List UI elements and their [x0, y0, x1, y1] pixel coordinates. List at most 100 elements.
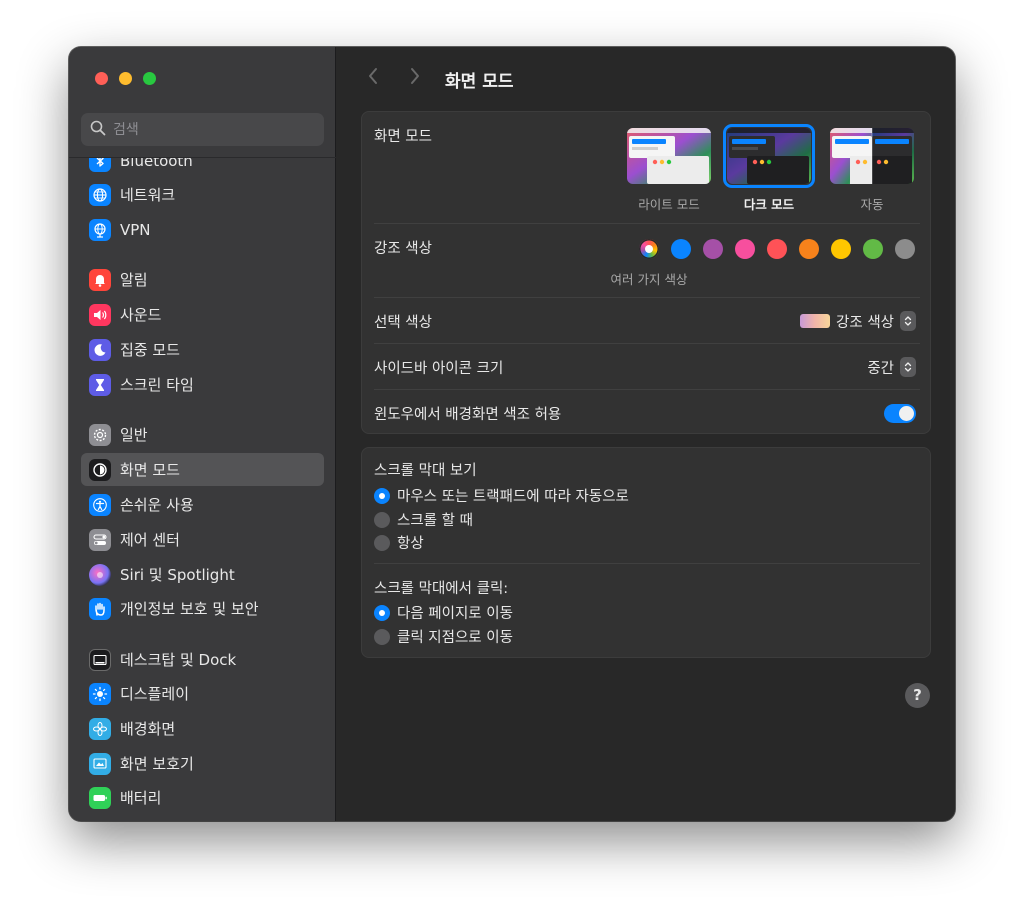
sun-icon: [89, 682, 111, 705]
selected-swatch-dot: [645, 245, 653, 253]
sidebar-item-label: Siri 및 Spotlight: [120, 566, 235, 584]
sidebar-icon-size-value: 중간: [867, 360, 894, 377]
appearance-label: 화면 모드: [374, 129, 432, 145]
scroll-when-scrolling-option[interactable]: 스크롤 할 때: [374, 509, 473, 530]
accent-yellow-swatch[interactable]: [831, 239, 851, 259]
minimize-window-button[interactable]: [119, 72, 132, 85]
accent-pink-swatch[interactable]: [735, 239, 755, 259]
radio-label: 스크롤 할 때: [397, 513, 473, 529]
speaker-icon: [89, 303, 111, 326]
sidebar-item-label: 개인정보 보호 및 보안: [120, 600, 259, 618]
dark-mode-option[interactable]: [727, 128, 811, 184]
zoom-window-button[interactable]: [143, 72, 156, 85]
sidebar-item-general[interactable]: 일반: [81, 418, 324, 451]
radio-button[interactable]: [374, 487, 390, 504]
sidebar-item-label: 일반: [120, 426, 148, 444]
gear-icon: [89, 423, 111, 446]
close-window-button[interactable]: [95, 72, 108, 85]
sidebar-item-screen-saver[interactable]: 화면 보호기: [81, 747, 324, 780]
control-center-icon: [89, 528, 111, 551]
auto-mode-option[interactable]: [830, 128, 914, 184]
sidebar-item-sound[interactable]: 사운드: [81, 298, 324, 331]
sidebar-item-battery[interactable]: 배터리: [81, 781, 324, 814]
sidebar-item-siri-spotlight[interactable]: Siri 및 Spotlight: [81, 558, 324, 591]
flower-icon: [89, 717, 111, 740]
jump-next-page-option[interactable]: 다음 페이지로 이동: [374, 602, 513, 623]
sidebar-item-appearance[interactable]: 화면 모드: [81, 453, 324, 486]
scroll-always-option[interactable]: 항상: [374, 532, 424, 553]
sidebar-item-displays[interactable]: 디스플레이: [81, 677, 324, 710]
highlight-color-popup[interactable]: 강조 색상: [800, 310, 916, 332]
sidebar-item-label: 화면 모드: [120, 461, 180, 479]
sidebar-item-privacy-security[interactable]: 개인정보 보호 및 보안: [81, 592, 324, 625]
main-pane: 화면 모드 화면 모드 라이트 모드 다크 모드 자동 강조 색상 여러 가지 …: [337, 47, 955, 821]
globe-icon: [89, 183, 111, 206]
toggle-knob: [899, 406, 914, 421]
radio-button[interactable]: [374, 604, 390, 621]
sidebar-item-label: 데스크탑 및 Dock: [120, 651, 237, 669]
search-input[interactable]: [113, 121, 313, 138]
show-scroll-bars-label: 스크롤 막대 보기: [374, 463, 477, 479]
sidebar-item-label: 네트워크: [120, 186, 176, 204]
chevron-right-icon: [409, 67, 421, 89]
row-separator: [374, 343, 920, 344]
chevron-left-icon: [367, 67, 379, 89]
sidebar-item-focus[interactable]: 집중 모드: [81, 333, 324, 366]
accent-purple-swatch[interactable]: [703, 239, 723, 259]
radio-button[interactable]: [374, 534, 390, 551]
sidebar-icon-size-popup[interactable]: 중간: [867, 356, 916, 378]
row-separator: [374, 563, 920, 564]
sidebar-item-label: VPN: [120, 220, 151, 239]
radio-label: 클릭 지점으로 이동: [397, 630, 513, 646]
sidebar-item-desktop-dock[interactable]: 데스크탑 및 Dock: [81, 643, 324, 676]
page-title: 화면 모드: [445, 72, 514, 92]
sidebar-item-wallpaper[interactable]: 배경화면: [81, 712, 324, 745]
sidebar-icon-size-label: 사이드바 아이콘 크기: [374, 361, 504, 377]
wallpaper-tinting-label: 윈도우에서 배경화면 색조 허용: [374, 407, 562, 423]
sidebar: Bluetooth 네트워크 VPN 알림: [69, 47, 336, 821]
sidebar-item-label: 배경화면: [120, 720, 176, 738]
back-button[interactable]: [361, 66, 385, 90]
accent-blue-swatch[interactable]: [671, 239, 691, 259]
hand-icon: [89, 597, 111, 620]
sidebar-item-label: 사운드: [120, 306, 162, 324]
sidebar-item-notifications[interactable]: 알림: [81, 263, 324, 296]
sidebar-item-vpn[interactable]: VPN: [81, 213, 324, 246]
sidebar-list: Bluetooth 네트워크 VPN 알림 사운드 집중 모드 스크린 타임 일…: [69, 158, 336, 821]
wallpaper-tinting-toggle[interactable]: [884, 404, 916, 423]
sidebar-item-screen-time[interactable]: 스크린 타임: [81, 368, 324, 401]
accessibility-icon: [89, 493, 111, 516]
siri-icon: [89, 563, 111, 586]
auto-mode-preview: [830, 128, 914, 184]
forward-button[interactable]: [403, 66, 427, 90]
bluetooth-icon: [89, 158, 111, 172]
sidebar-item-control-center[interactable]: 제어 센터: [81, 523, 324, 556]
row-separator: [374, 223, 920, 224]
sidebar-item-network[interactable]: 네트워크: [81, 178, 324, 211]
light-mode-option[interactable]: [627, 128, 711, 184]
accent-orange-swatch[interactable]: [799, 239, 819, 259]
sidebar-item-label: 화면 보호기: [120, 755, 194, 773]
jump-clicked-spot-option[interactable]: 클릭 지점으로 이동: [374, 626, 513, 647]
search-icon: [90, 120, 106, 140]
search-field[interactable]: [81, 113, 324, 146]
sidebar-item-bluetooth[interactable]: Bluetooth: [81, 158, 324, 177]
moon-icon: [89, 338, 111, 361]
radio-label: 항상: [397, 536, 424, 552]
help-button[interactable]: ?: [905, 683, 930, 708]
radio-button[interactable]: [374, 511, 390, 528]
radio-label: 다음 페이지로 이동: [397, 606, 513, 622]
accent-red-swatch[interactable]: [767, 239, 787, 259]
accent-caption: 여러 가지 색상: [610, 272, 688, 287]
accent-graphite-swatch[interactable]: [895, 239, 915, 259]
sidebar-item-accessibility[interactable]: 손쉬운 사용: [81, 488, 324, 521]
row-separator: [374, 297, 920, 298]
accent-multicolor-swatch[interactable]: [639, 239, 659, 259]
scroll-auto-option[interactable]: 마우스 또는 트랙패드에 따라 자동으로: [374, 485, 629, 506]
sidebar-item-label: 손쉬운 사용: [120, 496, 194, 514]
radio-button[interactable]: [374, 628, 390, 645]
vpn-globe-icon: [89, 218, 111, 241]
appearance-icon: [89, 458, 111, 481]
bell-icon: [89, 268, 111, 291]
accent-green-swatch[interactable]: [863, 239, 883, 259]
